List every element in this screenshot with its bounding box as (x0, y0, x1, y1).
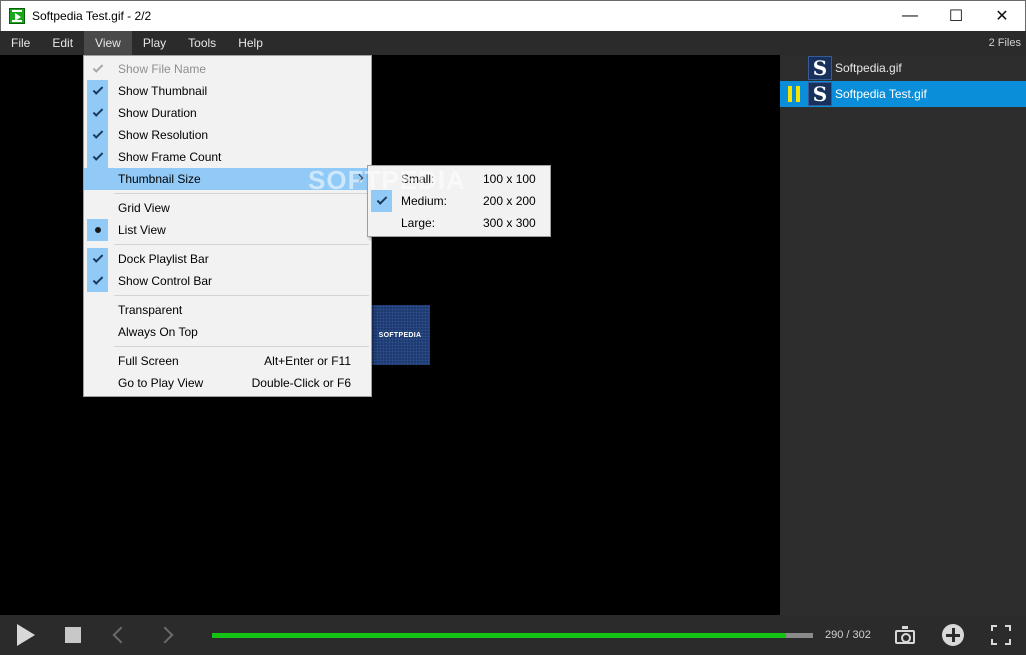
menu-item-grid-view[interactable]: Grid View (84, 197, 371, 219)
menu-item-show-control-bar[interactable]: Show Control Bar (84, 270, 371, 292)
submenu-item-medium[interactable]: Medium: 200 x 200 (368, 190, 550, 212)
maximize-button[interactable]: ☐ (933, 1, 979, 31)
playlist-item-label: Softpedia Test.gif (835, 87, 927, 101)
playlist-item-label: Softpedia.gif (835, 61, 902, 75)
close-button[interactable]: ✕ (979, 1, 1025, 31)
plus-circle-icon (942, 624, 964, 646)
playlist-panel: S Softpedia.gif S Softpedia Test.gif (780, 55, 1026, 615)
camera-icon (895, 625, 915, 644)
add-file-button[interactable] (938, 615, 968, 655)
seek-bar[interactable] (212, 633, 813, 638)
menu-file[interactable]: File (0, 31, 41, 55)
chevron-right-icon (156, 626, 174, 644)
menu-item-list-view[interactable]: List View (84, 219, 371, 241)
check-icon (87, 80, 108, 102)
play-icon (17, 624, 35, 646)
window-title: Softpedia Test.gif - 2/2 (32, 9, 152, 23)
playlist-item[interactable]: S Softpedia.gif (780, 55, 1026, 81)
gif-preview-text: SOFTPEDIA (378, 331, 422, 339)
menu-item-full-screen[interactable]: Full Screen Alt+Enter or F11 (84, 350, 371, 372)
title-bar: Softpedia Test.gif - 2/2 — ☐ ✕ (0, 0, 1026, 31)
playlist-item-selected[interactable]: S Softpedia Test.gif (780, 81, 1026, 107)
menu-view[interactable]: View (84, 31, 132, 55)
menu-separator (114, 295, 369, 296)
stop-icon (65, 627, 81, 643)
pause-icon (788, 86, 800, 102)
menu-item-go-to-play-view[interactable]: Go to Play View Double-Click or F6 (84, 372, 371, 394)
menu-tools[interactable]: Tools (177, 31, 227, 55)
radio-dot-icon (87, 219, 108, 241)
submenu-item-small[interactable]: Small: 100 x 100 (368, 168, 550, 190)
menu-item-dock-playlist-bar[interactable]: Dock Playlist Bar (84, 248, 371, 270)
gif-preview-image: SOFTPEDIA (370, 305, 430, 365)
view-menu-dropdown: Show File Name Show Thumbnail Show Durat… (83, 55, 372, 397)
app-icon (9, 8, 25, 24)
previous-button[interactable] (106, 615, 136, 655)
menu-item-always-on-top[interactable]: Always On Top (84, 321, 371, 343)
menu-separator (114, 346, 369, 347)
files-count: 2 Files (988, 37, 1021, 49)
fullscreen-icon (991, 625, 1011, 645)
menu-item-show-duration[interactable]: Show Duration (84, 102, 371, 124)
check-icon (87, 102, 108, 124)
menu-separator (114, 244, 369, 245)
menu-item-show-thumbnail[interactable]: Show Thumbnail (84, 80, 371, 102)
menu-item-show-file-name[interactable]: Show File Name (84, 58, 371, 80)
menu-play[interactable]: Play (132, 31, 177, 55)
minimize-button[interactable]: — (887, 1, 933, 31)
menu-item-thumbnail-size[interactable]: Thumbnail Size (84, 168, 371, 190)
window-controls: — ☐ ✕ (887, 1, 1025, 31)
seek-bar-progress (212, 633, 786, 638)
check-icon (87, 124, 108, 146)
check-icon (87, 146, 108, 168)
menu-edit[interactable]: Edit (41, 31, 84, 55)
frame-counter: 290 / 302 (825, 629, 871, 641)
menu-help[interactable]: Help (227, 31, 274, 55)
thumbnail-size-submenu: Small: 100 x 100 Medium: 200 x 200 Large… (367, 165, 551, 237)
check-icon (87, 248, 108, 270)
check-icon (87, 58, 108, 80)
submenu-item-large[interactable]: Large: 300 x 300 (368, 212, 550, 234)
snapshot-button[interactable] (890, 615, 920, 655)
playlist-thumbnail: S (808, 56, 832, 80)
menu-separator (114, 193, 369, 194)
menu-item-show-frame-count[interactable]: Show Frame Count (84, 146, 371, 168)
menu-shortcut: Alt+Enter or F11 (264, 354, 351, 368)
check-icon (371, 190, 392, 212)
play-button[interactable] (10, 615, 42, 655)
menu-shortcut: Double-Click or F6 (251, 376, 351, 390)
fullscreen-button[interactable] (986, 615, 1016, 655)
check-icon (87, 270, 108, 292)
stop-button[interactable] (57, 615, 89, 655)
playlist-thumbnail: S (808, 82, 832, 106)
next-button[interactable] (150, 615, 180, 655)
menu-item-show-resolution[interactable]: Show Resolution (84, 124, 371, 146)
menu-bar: File Edit View Play Tools Help 2 Files (0, 31, 1026, 55)
chevron-left-icon (112, 626, 130, 644)
chevron-right-icon (354, 173, 364, 183)
control-bar: 290 / 302 (0, 615, 1026, 655)
menu-item-transparent[interactable]: Transparent (84, 299, 371, 321)
